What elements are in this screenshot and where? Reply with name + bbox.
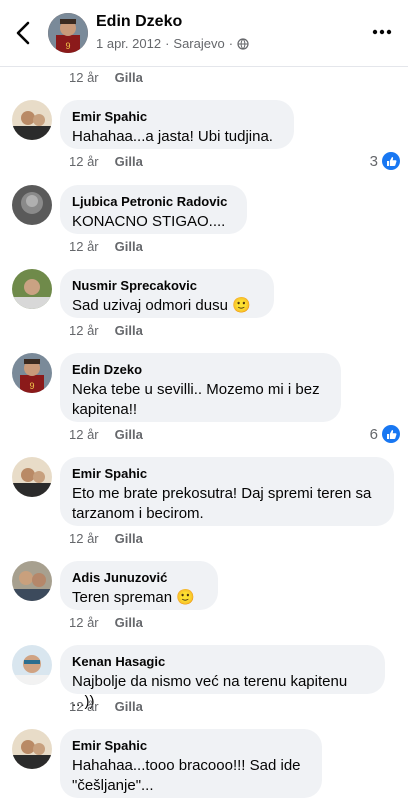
svg-text:9: 9 [29,381,34,391]
comment-time[interactable]: 12 år [69,323,99,338]
comment-author[interactable]: Emir Spahic [72,465,382,482]
comment-bubble: Nusmir Sprecakovic Sad uzivaj odmori dus… [60,269,274,318]
avatar[interactable] [12,561,52,601]
reaction-count-value: 3 [369,152,378,170]
like-button[interactable]: Gilla [115,70,143,85]
comment-bubble: Kenan Hasagic Najbolje da nismo već na t… [60,645,385,710]
comment-text: Hahahaa...tooo bracooo!!! Sad ide "češlj… [72,756,310,796]
comment-actions: 12 år Gilla [69,154,143,169]
comment-text: Hahahaa...a jasta! Ubi tudjina. [72,128,273,145]
comment-actions: 12 år Gilla [69,70,143,85]
comment-text-line: Hahahaa...tooo bracooo!!! Sad ide [72,757,301,774]
comment-author[interactable]: Ljubica Petronic Radovic [72,193,235,210]
comment-text-line: "češljanje"... [72,777,154,794]
more-horizontal-icon[interactable] [372,22,392,42]
globe-icon [237,37,249,50]
like-button[interactable]: Gilla [115,239,143,254]
comment-text-line: kapitena!! [72,401,138,418]
comment-text: Sad uzivaj odmori dusu 🙂 [72,297,251,314]
like-button[interactable]: Gilla [115,531,143,546]
comment-bubble: Emir Spahic Hahahaa...tooo bracooo!!! Sa… [60,729,322,798]
like-button[interactable]: Gilla [115,699,143,714]
chevron-left-icon[interactable] [12,20,36,46]
comment-actions: 12 år Gilla [69,239,143,254]
comment-author[interactable]: Emir Spahic [72,737,310,754]
avatar[interactable] [12,269,52,309]
author-avatar[interactable]: 9 [48,13,88,53]
like-button[interactable]: Gilla [115,154,143,169]
comment-actions: 12 år Gilla [69,427,143,442]
comment-author[interactable]: Emir Spahic [72,108,282,125]
comment-author[interactable]: Kenan Hasagic [72,653,373,670]
avatar[interactable] [12,645,52,685]
comment-bubble: Adis Junuzović Teren spreman 🙂 [60,561,218,610]
comment-time[interactable]: 12 år [69,154,99,169]
comment-time[interactable]: 12 år [69,239,99,254]
meta-separator: · [228,36,234,51]
comment-actions: 12 år Gilla [69,615,143,630]
comment-time[interactable]: 12 år [69,699,99,714]
comment-text: Eto me brate prekosutra! Daj spremi tere… [72,484,382,524]
post-date[interactable]: 1 apr. 2012 [96,36,161,51]
avatar[interactable] [12,729,52,769]
comment-time[interactable]: 12 år [69,531,99,546]
avatar[interactable] [12,457,52,497]
like-button[interactable]: Gilla [115,615,143,630]
comment-author[interactable]: Adis Junuzović [72,569,206,586]
comment-bubble: Ljubica Petronic Radovic KONACNO STIGAO.… [60,185,247,234]
post-author-name[interactable]: Edin Dzeko [96,13,182,31]
comment-text-line: tarzanom i becirom. [72,505,204,522]
reaction-count-value: 6 [369,425,378,443]
comment-bubble: Edin Dzeko Neka tebe u sevilli.. Mozemo … [60,353,341,422]
comment-actions: 12 år Gilla [69,531,143,546]
like-thumb-icon [382,152,400,170]
like-button[interactable]: Gilla [115,427,143,442]
post-location[interactable]: Sarajevo [173,36,224,51]
like-button[interactable]: Gilla [115,323,143,338]
comment-author[interactable]: Nusmir Sprecakovic [72,277,262,294]
post-header: 9 Edin Dzeko 1 apr. 2012 · Sarajevo · [0,0,408,67]
comment-text: Teren spreman 🙂 [72,589,195,606]
comment-time[interactable]: 12 år [69,427,99,442]
comment-actions: 12 år Gilla [69,323,143,338]
svg-text:9: 9 [65,41,70,51]
avatar[interactable] [12,185,52,225]
like-thumb-icon [382,425,400,443]
comment-text-line: Eto me brate prekosutra! Daj spremi tere… [72,485,372,502]
comment-time[interactable]: 12 år [69,70,99,85]
comment-text: Neka tebe u sevilli.. Mozemo mi i bez ka… [72,380,329,420]
post-meta: 1 apr. 2012 · Sarajevo · [96,36,249,51]
reaction-count[interactable]: 6 [370,425,400,443]
comment-bubble: Emir Spahic Hahahaa...a jasta! Ubi tudji… [60,100,294,149]
comment-text: KONACNO STIGAO.... [72,213,226,230]
reaction-count[interactable]: 3 [370,152,400,170]
avatar[interactable]: 9 [12,353,52,393]
comment-time[interactable]: 12 år [69,615,99,630]
comment-text-line: Neka tebe u sevilli.. Mozemo mi i bez [72,381,320,398]
avatar[interactable] [12,100,52,140]
comment-actions: 12 år Gilla [69,699,143,714]
comment-bubble: Emir Spahic Eto me brate prekosutra! Daj… [60,457,394,526]
comment-author[interactable]: Edin Dzeko [72,361,329,378]
meta-separator: · [165,36,170,51]
